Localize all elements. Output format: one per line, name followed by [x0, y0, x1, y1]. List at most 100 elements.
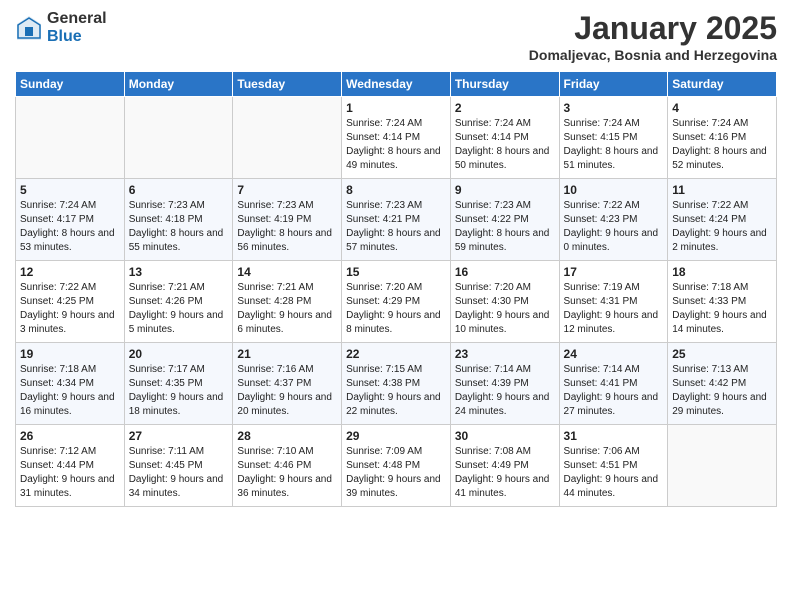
- table-row: 7 Sunrise: 7:23 AM Sunset: 4:19 PM Daylig…: [233, 179, 342, 261]
- logo-text: General Blue: [47, 10, 107, 45]
- table-row: 19 Sunrise: 7:18 AM Sunset: 4:34 PM Dayli…: [16, 343, 125, 425]
- table-row: 30 Sunrise: 7:08 AM Sunset: 4:49 PM Dayli…: [450, 425, 559, 507]
- calendar-header-row: Sunday Monday Tuesday Wednesday Thursday…: [16, 72, 777, 97]
- day-number: 31: [564, 429, 664, 443]
- logo: General Blue: [15, 10, 107, 45]
- day-number: 7: [237, 183, 337, 197]
- calendar-week-row: 19 Sunrise: 7:18 AM Sunset: 4:34 PM Dayli…: [16, 343, 777, 425]
- day-number: 20: [129, 347, 229, 361]
- table-row: 24 Sunrise: 7:14 AM Sunset: 4:41 PM Dayli…: [559, 343, 668, 425]
- day-number: 25: [672, 347, 772, 361]
- col-thursday: Thursday: [450, 72, 559, 97]
- day-number: 1: [346, 101, 446, 115]
- table-row: 10Sunrise: 7:22 AM Sunset: 4:23 PM Dayli…: [559, 179, 668, 261]
- day-info: Sunrise: 7:24 AM Sunset: 4:17 PM Dayligh…: [20, 199, 120, 255]
- day-number: 29: [346, 429, 446, 443]
- table-row: 17 Sunrise: 7:19 AM Sunset: 4:31 PM Dayli…: [559, 261, 668, 343]
- calendar-table: Sunday Monday Tuesday Wednesday Thursday…: [15, 71, 777, 507]
- day-info: Sunrise: 7:23 AM Sunset: 4:18 PM Dayligh…: [129, 199, 229, 255]
- day-number: 2: [455, 101, 555, 115]
- day-number: 24: [564, 347, 664, 361]
- day-info: Sunrise: 7:22 AM Sunset: 4:24 PM Dayligh…: [672, 199, 772, 255]
- day-info: Sunrise: 7:13 AM Sunset: 4:42 PM Dayligh…: [672, 363, 772, 419]
- day-info: Sunrise: 7:22 AM Sunset: 4:25 PM Dayligh…: [20, 281, 120, 337]
- table-row: 4Sunrise: 7:24 AM Sunset: 4:16 PM Daylig…: [668, 97, 777, 179]
- day-number: 27: [129, 429, 229, 443]
- table-row: 20Sunrise: 7:17 AM Sunset: 4:35 PM Dayli…: [124, 343, 233, 425]
- table-row: 16Sunrise: 7:20 AM Sunset: 4:30 PM Dayli…: [450, 261, 559, 343]
- table-row: 6 Sunrise: 7:23 AM Sunset: 4:18 PM Daylig…: [124, 179, 233, 261]
- logo-icon: [15, 14, 43, 42]
- table-row: 14 Sunrise: 7:21 AM Sunset: 4:28 PM Dayli…: [233, 261, 342, 343]
- col-tuesday: Tuesday: [233, 72, 342, 97]
- day-info: Sunrise: 7:11 AM Sunset: 4:45 PM Dayligh…: [129, 445, 229, 501]
- day-info: Sunrise: 7:19 AM Sunset: 4:31 PM Dayligh…: [564, 281, 664, 337]
- table-row: 28 Sunrise: 7:10 AM Sunset: 4:46 PM Dayli…: [233, 425, 342, 507]
- table-row: 15 Sunrise: 7:20 AM Sunset: 4:29 PM Dayli…: [342, 261, 451, 343]
- table-row: 25 Sunrise: 7:13 AM Sunset: 4:42 PM Dayli…: [668, 343, 777, 425]
- day-number: 6: [129, 183, 229, 197]
- day-info: Sunrise: 7:23 AM Sunset: 4:21 PM Dayligh…: [346, 199, 446, 255]
- table-row: 27 Sunrise: 7:11 AM Sunset: 4:45 PM Dayli…: [124, 425, 233, 507]
- day-info: Sunrise: 7:20 AM Sunset: 4:29 PM Dayligh…: [346, 281, 446, 337]
- header: General Blue January 2025 Domaljevac, Bo…: [15, 10, 777, 63]
- table-row: 31 Sunrise: 7:06 AM Sunset: 4:51 PM Dayli…: [559, 425, 668, 507]
- table-row: 23Sunrise: 7:14 AM Sunset: 4:39 PM Dayli…: [450, 343, 559, 425]
- day-number: 3: [564, 101, 664, 115]
- day-info: Sunrise: 7:21 AM Sunset: 4:28 PM Dayligh…: [237, 281, 337, 337]
- day-info: Sunrise: 7:23 AM Sunset: 4:22 PM Dayligh…: [455, 199, 555, 255]
- day-number: 12: [20, 265, 120, 279]
- table-row: 8Sunrise: 7:23 AM Sunset: 4:21 PM Daylig…: [342, 179, 451, 261]
- calendar-container: General Blue January 2025 Domaljevac, Bo…: [0, 0, 792, 512]
- day-number: 22: [346, 347, 446, 361]
- table-row: [124, 97, 233, 179]
- calendar-body: 1 Sunrise: 7:24 AM Sunset: 4:14 PM Daylig…: [16, 97, 777, 507]
- col-wednesday: Wednesday: [342, 72, 451, 97]
- calendar-week-row: 26 Sunrise: 7:12 AM Sunset: 4:44 PM Dayli…: [16, 425, 777, 507]
- table-row: 12 Sunrise: 7:22 AM Sunset: 4:25 PM Dayli…: [16, 261, 125, 343]
- day-info: Sunrise: 7:06 AM Sunset: 4:51 PM Dayligh…: [564, 445, 664, 501]
- table-row: 21Sunrise: 7:16 AM Sunset: 4:37 PM Dayli…: [233, 343, 342, 425]
- col-sunday: Sunday: [16, 72, 125, 97]
- col-friday: Friday: [559, 72, 668, 97]
- table-row: 13Sunrise: 7:21 AM Sunset: 4:26 PM Dayli…: [124, 261, 233, 343]
- day-info: Sunrise: 7:14 AM Sunset: 4:41 PM Dayligh…: [564, 363, 664, 419]
- day-info: Sunrise: 7:23 AM Sunset: 4:19 PM Dayligh…: [237, 199, 337, 255]
- table-row: 1Sunrise: 7:24 AM Sunset: 4:14 PM Daylig…: [342, 97, 451, 179]
- calendar-week-row: 5 Sunrise: 7:24 AM Sunset: 4:17 PM Daylig…: [16, 179, 777, 261]
- day-info: Sunrise: 7:24 AM Sunset: 4:14 PM Dayligh…: [455, 117, 555, 173]
- day-number: 5: [20, 183, 120, 197]
- day-info: Sunrise: 7:18 AM Sunset: 4:34 PM Dayligh…: [20, 363, 120, 419]
- day-info: Sunrise: 7:16 AM Sunset: 4:37 PM Dayligh…: [237, 363, 337, 419]
- day-number: 28: [237, 429, 337, 443]
- day-number: 30: [455, 429, 555, 443]
- table-row: 9 Sunrise: 7:23 AM Sunset: 4:22 PM Daylig…: [450, 179, 559, 261]
- table-row: [668, 425, 777, 507]
- logo-blue: Blue: [47, 28, 107, 46]
- day-number: 17: [564, 265, 664, 279]
- month-title: January 2025: [529, 10, 777, 47]
- table-row: 22Sunrise: 7:15 AM Sunset: 4:38 PM Dayli…: [342, 343, 451, 425]
- calendar-week-row: 1 Sunrise: 7:24 AM Sunset: 4:14 PM Daylig…: [16, 97, 777, 179]
- day-info: Sunrise: 7:12 AM Sunset: 4:44 PM Dayligh…: [20, 445, 120, 501]
- day-number: 9: [455, 183, 555, 197]
- day-number: 10: [564, 183, 664, 197]
- day-number: 14: [237, 265, 337, 279]
- calendar-week-row: 12 Sunrise: 7:22 AM Sunset: 4:25 PM Dayli…: [16, 261, 777, 343]
- logo-general: General: [47, 10, 107, 28]
- day-number: 26: [20, 429, 120, 443]
- day-info: Sunrise: 7:24 AM Sunset: 4:15 PM Dayligh…: [564, 117, 664, 173]
- day-info: Sunrise: 7:21 AM Sunset: 4:26 PM Dayligh…: [129, 281, 229, 337]
- day-info: Sunrise: 7:10 AM Sunset: 4:46 PM Dayligh…: [237, 445, 337, 501]
- day-number: 19: [20, 347, 120, 361]
- day-info: Sunrise: 7:14 AM Sunset: 4:39 PM Dayligh…: [455, 363, 555, 419]
- table-row: 2 Sunrise: 7:24 AM Sunset: 4:14 PM Daylig…: [450, 97, 559, 179]
- day-info: Sunrise: 7:08 AM Sunset: 4:49 PM Dayligh…: [455, 445, 555, 501]
- table-row: [16, 97, 125, 179]
- table-row: 26 Sunrise: 7:12 AM Sunset: 4:44 PM Dayli…: [16, 425, 125, 507]
- table-row: 5 Sunrise: 7:24 AM Sunset: 4:17 PM Daylig…: [16, 179, 125, 261]
- table-row: 3 Sunrise: 7:24 AM Sunset: 4:15 PM Daylig…: [559, 97, 668, 179]
- table-row: 18Sunrise: 7:18 AM Sunset: 4:33 PM Dayli…: [668, 261, 777, 343]
- day-number: 15: [346, 265, 446, 279]
- location-subtitle: Domaljevac, Bosnia and Herzegovina: [529, 47, 777, 63]
